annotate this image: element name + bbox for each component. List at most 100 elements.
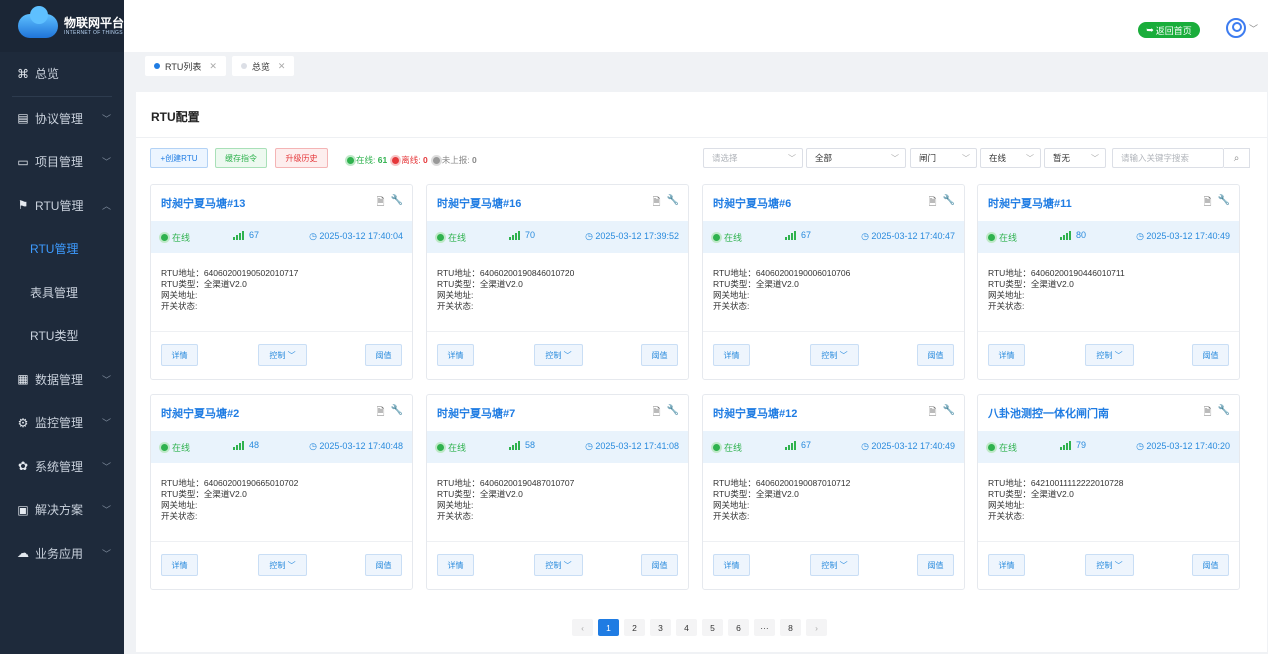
tab-rtu-list[interactable]: RTU列表 ✕ [145,56,226,76]
sidebar-subitem-rtu-type[interactable]: RTU类型 [0,314,124,358]
document-icon[interactable]: 🗎 [653,195,661,212]
next-page-button[interactable]: › [806,619,827,636]
control-dropdown-button[interactable]: 控制 ﹀ [810,554,859,576]
sidebar-item-monitor[interactable]: ⚙ 监控管理 ﹀ [0,401,124,445]
online-status-select[interactable]: 在线 ﹀ [980,148,1041,168]
page-number-button[interactable]: 3 [650,619,671,636]
detail-button[interactable]: 详情 [437,344,474,366]
wrench-icon[interactable]: 🔧 [943,405,955,422]
sidebar-subitem-rtu-manage[interactable]: RTU管理 [0,227,124,271]
threshold-button[interactable]: 阈值 [1192,554,1229,576]
user-avatar-icon[interactable] [1226,18,1246,38]
threshold-button[interactable]: 阈值 [641,344,678,366]
gateway-address: 网关地址: [161,290,198,300]
threshold-button[interactable]: 阈值 [641,554,678,576]
wrench-icon[interactable]: 🔧 [667,195,679,212]
document-icon[interactable]: 🗎 [929,195,937,212]
sidebar-item-rtu[interactable]: ⚑ RTU管理 ︿ [0,184,124,228]
rtu-card-title[interactable]: 时昶宁夏马塘#13 [161,195,245,211]
detail-button[interactable]: 详情 [988,344,1025,366]
control-dropdown-button[interactable]: 控制 ﹀ [810,344,859,366]
wrench-icon[interactable]: 🔧 [391,405,403,422]
threshold-button[interactable]: 阈值 [917,344,954,366]
close-icon[interactable]: ✕ [209,61,217,72]
document-icon[interactable]: 🗎 [653,405,661,422]
document-icon[interactable]: 🗎 [1204,405,1212,422]
sidebar-item-solution[interactable]: ▣ 解决方案 ﹀ [0,488,124,532]
page-number-button[interactable]: ··· [754,619,775,636]
sidebar-item-system[interactable]: ✿ 系统管理 ﹀ [0,445,124,489]
create-rtu-button[interactable]: +创建RTU [150,148,208,168]
device-type-select[interactable]: 闸门 ﹀ [910,148,977,168]
control-dropdown-button[interactable]: 控制 ﹀ [534,554,583,576]
threshold-button[interactable]: 阈值 [365,554,402,576]
detail-button[interactable]: 详情 [437,554,474,576]
logo[interactable]: 物联网平台 INTERNET OF THINGS [0,0,124,52]
chevron-down-icon[interactable]: ﹀ [1249,22,1258,35]
page-number-button[interactable]: 6 [728,619,749,636]
online-status: 在线 [437,231,466,244]
rtu-card-title[interactable]: 八卦池测控一体化闸门南 [988,405,1109,421]
control-dropdown-button[interactable]: 控制 ﹀ [258,344,307,366]
sidebar-item-protocol[interactable]: ▤ 协议管理 ﹀ [0,97,124,141]
document-icon[interactable]: 🗎 [377,195,385,212]
rtu-card-title[interactable]: 时昶宁夏马塘#7 [437,405,515,421]
wrench-icon[interactable]: 🔧 [667,405,679,422]
scope-select[interactable]: 全部 ﹀ [806,148,906,168]
rtu-card-title[interactable]: 时昶宁夏马塘#11 [988,195,1072,211]
rtu-card-title[interactable]: 时昶宁夏马塘#16 [437,195,521,211]
page-number-button[interactable]: 1 [598,619,619,636]
threshold-button[interactable]: 阈值 [365,344,402,366]
threshold-button[interactable]: 阈值 [917,554,954,576]
control-dropdown-button[interactable]: 控制 ﹀ [1085,554,1134,576]
rtu-info: RTU地址：64060200190846010720 RTU类型：全渠道V2.0 网… [437,268,574,312]
document-icon[interactable]: 🗎 [929,405,937,422]
search-icon[interactable]: ⌕ [1224,148,1250,168]
page-number-button[interactable]: 2 [624,619,645,636]
sidebar-item-data[interactable]: ▦ 数据管理 ﹀ [0,358,124,402]
detail-button[interactable]: 详情 [161,344,198,366]
sidebar-subitem-meter[interactable]: 表具管理 [0,271,124,315]
signal-strength: 67 [785,440,811,450]
search-input[interactable]: 请输入关键字搜索 [1112,148,1224,168]
project-select[interactable]: 请选择 ﹀ [703,148,803,168]
wrench-icon[interactable]: 🔧 [391,195,403,212]
signal-bar-icon [1066,443,1068,450]
threshold-button[interactable]: 阈值 [1192,344,1229,366]
detail-button[interactable]: 详情 [988,554,1025,576]
back-home-button[interactable]: ➥ 返回首页 [1138,22,1200,38]
control-dropdown-button[interactable]: 控制 ﹀ [534,344,583,366]
signal-strength: 48 [233,440,259,450]
prev-page-button[interactable]: ‹ [572,619,593,636]
timestamp: ◷ 2025-03-12 17:40:48 [309,441,403,451]
sidebar-item-label: 业务应用 [35,546,84,561]
online-dot-icon [713,234,720,241]
document-icon[interactable]: 🗎 [1204,195,1212,212]
control-dropdown-button[interactable]: 控制 ﹀ [1085,344,1134,366]
extra-select[interactable]: 暂无 ﹀ [1044,148,1106,168]
control-dropdown-button[interactable]: 控制 ﹀ [258,554,307,576]
document-icon[interactable]: 🗎 [377,405,385,422]
detail-button[interactable]: 详情 [713,554,750,576]
timestamp: ◷ 2025-03-12 17:40:49 [861,441,955,451]
page-number-button[interactable]: 8 [780,619,801,636]
upgrade-history-button[interactable]: 升级历史 [275,148,328,168]
page-number-button[interactable]: 4 [676,619,697,636]
rtu-card-title[interactable]: 时昶宁夏马塘#2 [161,405,239,421]
page-number-button[interactable]: 5 [702,619,723,636]
signal-value: 79 [1076,440,1087,450]
close-icon[interactable]: ✕ [278,61,286,72]
wrench-icon[interactable]: 🔧 [1218,195,1230,212]
wrench-icon[interactable]: 🔧 [943,195,955,212]
tab-overview[interactable]: 总览 ✕ [231,56,295,76]
cache-command-button[interactable]: 缓存指令 [215,148,267,168]
status-summary: 在线: 61 离线: 0 未上报: 0 [347,154,477,166]
detail-button[interactable]: 详情 [161,554,198,576]
sidebar-item-overview[interactable]: ⌘ 总览 [0,52,124,96]
sidebar-item-project[interactable]: ▭ 项目管理 ﹀ [0,140,124,184]
rtu-card-title[interactable]: 时昶宁夏马塘#6 [713,195,791,211]
wrench-icon[interactable]: 🔧 [1218,405,1230,422]
rtu-card-title[interactable]: 时昶宁夏马塘#12 [713,405,797,421]
sidebar-item-business[interactable]: ☁ 业务应用 ﹀ [0,532,124,576]
detail-button[interactable]: 详情 [713,344,750,366]
